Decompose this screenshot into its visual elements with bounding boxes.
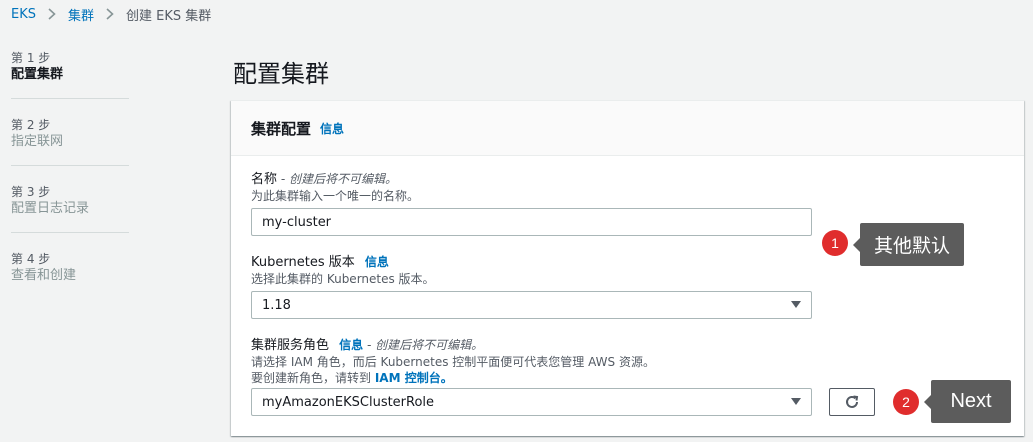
page-title: 配置集群 (233, 60, 329, 88)
step-number: 第 3 步 (11, 185, 51, 199)
k8s-version-select[interactable]: 1.18 (251, 291, 812, 319)
k8s-version-field-labels: Kubernetes 版本 信息 选择此集群的 Kubernetes 版本。 (251, 254, 811, 287)
caret-down-icon (791, 301, 801, 308)
cluster-role-value: myAmazonEKSClusterRole (262, 394, 435, 410)
step-number: 第 2 步 (11, 118, 51, 132)
caret-down-icon (791, 398, 801, 405)
step-number: 第 1 步 (11, 51, 51, 65)
k8s-version-label: Kubernetes 版本 (251, 255, 355, 270)
step-name: 查看和创建 (11, 268, 77, 283)
callout-next: Next (924, 380, 1011, 423)
callout-badge-1: 1 (822, 230, 848, 256)
role-create-text: 要创建新角色，请转到 (251, 371, 375, 385)
step-name: 指定联网 (11, 134, 64, 149)
cluster-config-panel: 集群配置 信息 名称 - 创建后将不可编辑。 为此集群输入一个唯一的名称。 my… (231, 100, 1024, 436)
step-4[interactable]: 第 4 步 查看和创建 (11, 251, 129, 299)
cluster-role-select[interactable]: myAmazonEKSClusterRole (251, 388, 812, 416)
k8s-version-description: 选择此集群的 Kubernetes 版本。 (251, 272, 435, 286)
breadcrumb-clusters[interactable]: 集群 (68, 5, 94, 24)
role-hint: - 创建后将不可编辑。 (363, 338, 484, 352)
panel-title: 集群配置 (251, 119, 312, 138)
wizard-steps: 第 1 步 配置集群 第 2 步 指定联网 第 3 步 配置日志记录 第 4 步… (11, 50, 129, 317)
name-label: 名称 (251, 172, 278, 187)
step-name: 配置日志记录 (11, 201, 90, 216)
breadcrumb-eks[interactable]: EKS (11, 7, 36, 22)
refresh-icon (846, 395, 859, 408)
role-info-link[interactable]: 信息 (339, 338, 363, 352)
role-label: 集群服务角色 (251, 338, 330, 353)
chevron-right-icon (106, 8, 114, 20)
role-field-labels: 集群服务角色 信息 - 创建后将不可编辑。 请选择 IAM 角色，而后 Kube… (251, 337, 851, 386)
step-3[interactable]: 第 3 步 配置日志记录 (11, 184, 129, 233)
k8s-version-info-link[interactable]: 信息 (365, 255, 389, 269)
info-link[interactable]: 信息 (320, 120, 344, 137)
k8s-version-value: 1.18 (262, 297, 291, 313)
cluster-name-value: my-cluster (262, 214, 332, 230)
breadcrumb: EKS 集群 创建 EKS 集群 (0, 0, 211, 28)
refresh-roles-button[interactable] (829, 388, 875, 416)
breadcrumb-current: 创建 EKS 集群 (126, 8, 212, 24)
cluster-name-input[interactable]: my-cluster (251, 208, 812, 236)
step-2[interactable]: 第 2 步 指定联网 (11, 117, 129, 166)
step-number: 第 4 步 (11, 252, 51, 266)
name-hint: - 创建后将不可编辑。 (277, 172, 397, 186)
chevron-right-icon (48, 8, 56, 20)
name-description: 为此集群输入一个唯一的名称。 (251, 189, 420, 203)
callout-other-defaults: 其他默认 (853, 223, 964, 266)
iam-console-link[interactable]: IAM 控制台。 (375, 371, 453, 385)
step-1[interactable]: 第 1 步 配置集群 (11, 50, 129, 99)
panel-header: 集群配置 信息 (231, 101, 1024, 156)
step-name: 配置集群 (11, 67, 64, 82)
role-description: 请选择 IAM 角色，而后 Kubernetes 控制平面便可代表您管理 AWS… (251, 355, 655, 369)
name-field-labels: 名称 - 创建后将不可编辑。 为此集群输入一个唯一的名称。 (251, 171, 811, 204)
callout-badge-2: 2 (893, 389, 919, 415)
